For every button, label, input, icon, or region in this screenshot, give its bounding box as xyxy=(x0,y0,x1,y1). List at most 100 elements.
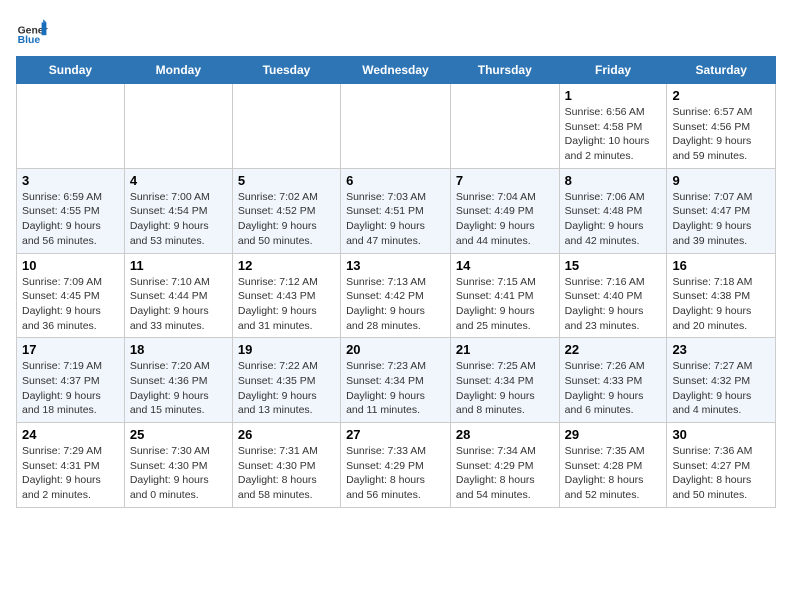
day-info: Sunrise: 7:04 AM Sunset: 4:49 PM Dayligh… xyxy=(456,190,554,249)
day-info: Sunrise: 7:06 AM Sunset: 4:48 PM Dayligh… xyxy=(565,190,662,249)
day-info: Sunrise: 7:10 AM Sunset: 4:44 PM Dayligh… xyxy=(130,275,227,334)
day-info: Sunrise: 7:22 AM Sunset: 4:35 PM Dayligh… xyxy=(238,359,335,418)
calendar-day-cell xyxy=(124,84,232,169)
day-number: 17 xyxy=(22,342,119,357)
calendar-day-cell: 21 Sunrise: 7:25 AM Sunset: 4:34 PM Dayli… xyxy=(450,338,559,423)
day-info: Sunrise: 7:20 AM Sunset: 4:36 PM Dayligh… xyxy=(130,359,227,418)
day-number: 16 xyxy=(672,258,770,273)
calendar-day-cell: 29 Sunrise: 7:35 AM Sunset: 4:28 PM Dayli… xyxy=(559,423,667,508)
calendar-day-cell: 6 Sunrise: 7:03 AM Sunset: 4:51 PM Daylig… xyxy=(341,168,451,253)
day-info: Sunrise: 7:15 AM Sunset: 4:41 PM Dayligh… xyxy=(456,275,554,334)
day-info: Sunrise: 7:16 AM Sunset: 4:40 PM Dayligh… xyxy=(565,275,662,334)
day-number: 13 xyxy=(346,258,445,273)
weekday-header: Wednesday xyxy=(341,57,451,84)
day-number: 10 xyxy=(22,258,119,273)
day-number: 21 xyxy=(456,342,554,357)
calendar-day-cell: 23Sunrise: 7:27 AM Sunset: 4:32 PM Dayli… xyxy=(667,338,776,423)
calendar-day-cell: 22 Sunrise: 7:26 AM Sunset: 4:33 PM Dayli… xyxy=(559,338,667,423)
calendar-day-cell: 30 Sunrise: 7:36 AM Sunset: 4:27 PM Dayli… xyxy=(667,423,776,508)
day-info: Sunrise: 7:26 AM Sunset: 4:33 PM Dayligh… xyxy=(565,359,662,418)
calendar-day-cell: 8 Sunrise: 7:06 AM Sunset: 4:48 PM Daylig… xyxy=(559,168,667,253)
calendar-day-cell: 25 Sunrise: 7:30 AM Sunset: 4:30 PM Dayli… xyxy=(124,423,232,508)
calendar-day-cell: 14 Sunrise: 7:15 AM Sunset: 4:41 PM Dayli… xyxy=(450,253,559,338)
day-number: 6 xyxy=(346,173,445,188)
day-number: 11 xyxy=(130,258,227,273)
day-number: 1 xyxy=(565,88,662,103)
day-info: Sunrise: 7:23 AM Sunset: 4:34 PM Dayligh… xyxy=(346,359,445,418)
calendar-day-cell: 7 Sunrise: 7:04 AM Sunset: 4:49 PM Daylig… xyxy=(450,168,559,253)
day-info: Sunrise: 7:00 AM Sunset: 4:54 PM Dayligh… xyxy=(130,190,227,249)
day-info: Sunrise: 7:31 AM Sunset: 4:30 PM Dayligh… xyxy=(238,444,335,503)
calendar-day-cell: 26 Sunrise: 7:31 AM Sunset: 4:30 PM Dayli… xyxy=(232,423,340,508)
day-info: Sunrise: 7:03 AM Sunset: 4:51 PM Dayligh… xyxy=(346,190,445,249)
day-number: 5 xyxy=(238,173,335,188)
day-number: 29 xyxy=(565,427,662,442)
calendar-day-cell xyxy=(341,84,451,169)
day-info: Sunrise: 7:27 AM Sunset: 4:32 PM Dayligh… xyxy=(672,359,770,418)
day-number: 19 xyxy=(238,342,335,357)
day-number: 18 xyxy=(130,342,227,357)
calendar-table: SundayMondayTuesdayWednesdayThursdayFrid… xyxy=(16,56,776,508)
day-number: 4 xyxy=(130,173,227,188)
calendar-day-cell: 15 Sunrise: 7:16 AM Sunset: 4:40 PM Dayli… xyxy=(559,253,667,338)
calendar-day-cell: 11 Sunrise: 7:10 AM Sunset: 4:44 PM Dayli… xyxy=(124,253,232,338)
day-number: 20 xyxy=(346,342,445,357)
day-info: Sunrise: 6:56 AM Sunset: 4:58 PM Dayligh… xyxy=(565,105,662,164)
calendar-day-cell xyxy=(450,84,559,169)
svg-text:Blue: Blue xyxy=(18,35,41,46)
calendar-week-row: 24 Sunrise: 7:29 AM Sunset: 4:31 PM Dayli… xyxy=(17,423,776,508)
calendar-week-row: 10 Sunrise: 7:09 AM Sunset: 4:45 PM Dayli… xyxy=(17,253,776,338)
day-number: 7 xyxy=(456,173,554,188)
day-info: Sunrise: 7:07 AM Sunset: 4:47 PM Dayligh… xyxy=(672,190,770,249)
day-number: 26 xyxy=(238,427,335,442)
calendar-day-cell: 5 Sunrise: 7:02 AM Sunset: 4:52 PM Daylig… xyxy=(232,168,340,253)
day-info: Sunrise: 7:30 AM Sunset: 4:30 PM Dayligh… xyxy=(130,444,227,503)
day-info: Sunrise: 7:02 AM Sunset: 4:52 PM Dayligh… xyxy=(238,190,335,249)
calendar-day-cell: 2 Sunrise: 6:57 AM Sunset: 4:56 PM Daylig… xyxy=(667,84,776,169)
calendar-day-cell: 16 Sunrise: 7:18 AM Sunset: 4:38 PM Dayli… xyxy=(667,253,776,338)
day-info: Sunrise: 7:18 AM Sunset: 4:38 PM Dayligh… xyxy=(672,275,770,334)
day-number: 3 xyxy=(22,173,119,188)
day-number: 27 xyxy=(346,427,445,442)
day-info: Sunrise: 6:57 AM Sunset: 4:56 PM Dayligh… xyxy=(672,105,770,164)
logo-icon: General Blue xyxy=(16,16,48,48)
day-number: 8 xyxy=(565,173,662,188)
day-number: 30 xyxy=(672,427,770,442)
day-info: Sunrise: 7:34 AM Sunset: 4:29 PM Dayligh… xyxy=(456,444,554,503)
day-info: Sunrise: 7:25 AM Sunset: 4:34 PM Dayligh… xyxy=(456,359,554,418)
day-number: 2 xyxy=(672,88,770,103)
calendar-day-cell: 17 Sunrise: 7:19 AM Sunset: 4:37 PM Dayli… xyxy=(17,338,125,423)
calendar-week-row: 3 Sunrise: 6:59 AM Sunset: 4:55 PM Daylig… xyxy=(17,168,776,253)
weekday-header: Friday xyxy=(559,57,667,84)
weekday-header: Tuesday xyxy=(232,57,340,84)
calendar-day-cell: 1 Sunrise: 6:56 AM Sunset: 4:58 PM Daylig… xyxy=(559,84,667,169)
calendar-day-cell: 10 Sunrise: 7:09 AM Sunset: 4:45 PM Dayli… xyxy=(17,253,125,338)
day-info: Sunrise: 7:35 AM Sunset: 4:28 PM Dayligh… xyxy=(565,444,662,503)
day-number: 22 xyxy=(565,342,662,357)
calendar-day-cell: 20 Sunrise: 7:23 AM Sunset: 4:34 PM Dayli… xyxy=(341,338,451,423)
day-info: Sunrise: 7:36 AM Sunset: 4:27 PM Dayligh… xyxy=(672,444,770,503)
day-number: 14 xyxy=(456,258,554,273)
weekday-header: Sunday xyxy=(17,57,125,84)
calendar-day-cell: 3 Sunrise: 6:59 AM Sunset: 4:55 PM Daylig… xyxy=(17,168,125,253)
calendar-day-cell: 4 Sunrise: 7:00 AM Sunset: 4:54 PM Daylig… xyxy=(124,168,232,253)
day-info: Sunrise: 7:09 AM Sunset: 4:45 PM Dayligh… xyxy=(22,275,119,334)
calendar-day-cell: 13Sunrise: 7:13 AM Sunset: 4:42 PM Dayli… xyxy=(341,253,451,338)
calendar-day-cell: 18 Sunrise: 7:20 AM Sunset: 4:36 PM Dayli… xyxy=(124,338,232,423)
day-info: Sunrise: 7:33 AM Sunset: 4:29 PM Dayligh… xyxy=(346,444,445,503)
weekday-header: Thursday xyxy=(450,57,559,84)
day-number: 25 xyxy=(130,427,227,442)
day-info: Sunrise: 6:59 AM Sunset: 4:55 PM Dayligh… xyxy=(22,190,119,249)
calendar-day-cell xyxy=(17,84,125,169)
day-number: 9 xyxy=(672,173,770,188)
day-number: 12 xyxy=(238,258,335,273)
day-info: Sunrise: 7:19 AM Sunset: 4:37 PM Dayligh… xyxy=(22,359,119,418)
day-number: 24 xyxy=(22,427,119,442)
calendar-day-cell: 9 Sunrise: 7:07 AM Sunset: 4:47 PM Daylig… xyxy=(667,168,776,253)
calendar-day-cell: 12Sunrise: 7:12 AM Sunset: 4:43 PM Dayli… xyxy=(232,253,340,338)
day-info: Sunrise: 7:29 AM Sunset: 4:31 PM Dayligh… xyxy=(22,444,119,503)
calendar-day-cell: 19 Sunrise: 7:22 AM Sunset: 4:35 PM Dayli… xyxy=(232,338,340,423)
weekday-header-row: SundayMondayTuesdayWednesdayThursdayFrid… xyxy=(17,57,776,84)
weekday-header: Monday xyxy=(124,57,232,84)
day-number: 15 xyxy=(565,258,662,273)
